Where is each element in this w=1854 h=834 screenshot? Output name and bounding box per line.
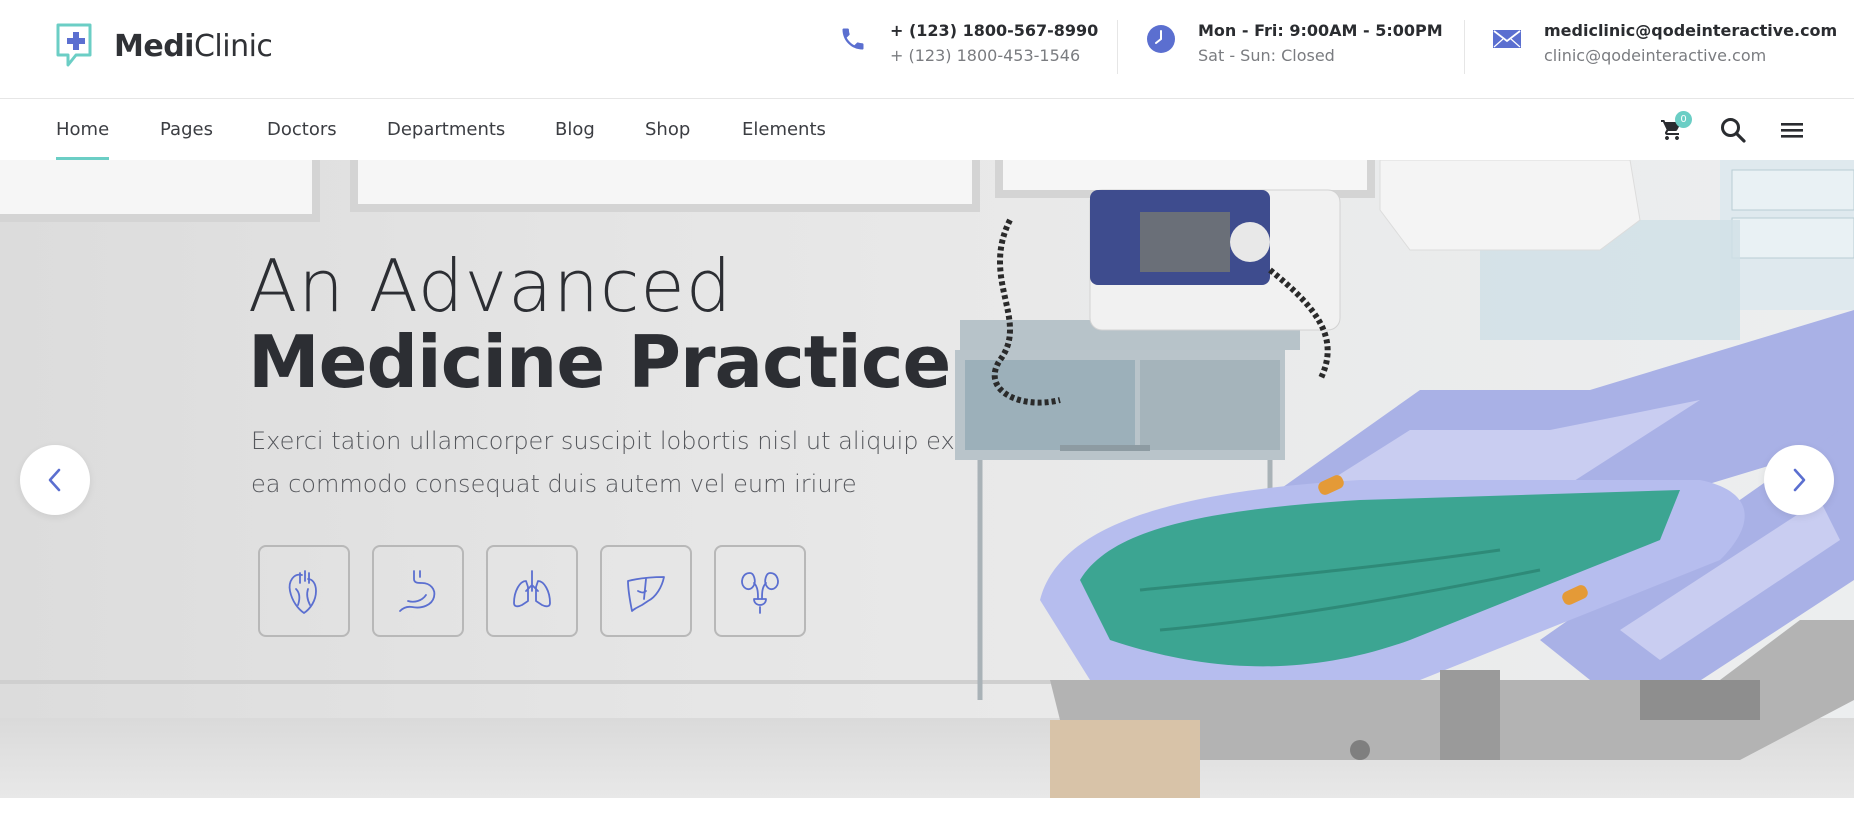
search-button[interactable]	[1717, 114, 1749, 146]
phone-secondary[interactable]: + (123) 1800-453-1546	[890, 43, 1098, 68]
organ-button-stomach[interactable]	[372, 545, 464, 637]
liver-icon	[627, 576, 665, 612]
hours-weekdays: Mon - Fri: 9:00AM - 5:00PM	[1198, 21, 1443, 40]
logo-icon	[56, 23, 92, 67]
envelope-icon	[1490, 22, 1524, 56]
divider	[1464, 20, 1465, 74]
cart-count-badge: 0	[1675, 111, 1692, 128]
nav-item-shop[interactable]: Shop	[645, 100, 690, 160]
cart-button[interactable]: 0	[1656, 111, 1692, 146]
background-window	[0, 160, 320, 222]
lungs-icon	[513, 570, 551, 608]
organ-button-liver[interactable]	[600, 545, 692, 637]
contact-email: mediclinic@qodeinteractive.com clinic@qo…	[1490, 18, 1837, 74]
nav-item-pages[interactable]: Pages	[160, 100, 213, 160]
logo-text: MediClinic	[114, 28, 273, 64]
heart-icon	[288, 570, 317, 614]
hero-title-line2: Medicine Practice	[248, 320, 951, 404]
logo[interactable]: MediClinic	[54, 20, 273, 72]
kidneys-icon	[741, 572, 779, 614]
chevron-right-icon	[1793, 468, 1806, 492]
email-primary[interactable]: mediclinic@qodeinteractive.com	[1544, 18, 1837, 43]
menu-button[interactable]	[1776, 114, 1808, 146]
slider-prev-button[interactable]	[20, 445, 90, 515]
hamburger-icon	[1781, 123, 1803, 138]
top-header: MediClinic + (123) 1800-567-8990 + (123)…	[0, 0, 1854, 99]
hospital-bed-illustration	[955, 160, 1854, 798]
stomach-icon	[399, 570, 436, 612]
hero-title-line1: An Advanced	[248, 244, 733, 328]
contact-phone: + (123) 1800-567-8990 + (123) 1800-453-1…	[836, 18, 1098, 74]
hours-weekend: Sat - Sun: Closed	[1198, 46, 1335, 65]
nav-item-home[interactable]: Home	[56, 100, 110, 160]
clock-icon	[1144, 22, 1178, 56]
chevron-left-icon	[48, 468, 61, 492]
divider	[1117, 20, 1118, 74]
phone-primary[interactable]: + (123) 1800-567-8990	[890, 18, 1098, 43]
nav-item-departments[interactable]: Departments	[387, 100, 505, 160]
organ-button-kidneys[interactable]	[714, 545, 806, 637]
nav-item-elements[interactable]: Elements	[742, 100, 826, 160]
main-nav: Home Pages Doctors Departments Blog Shop…	[0, 100, 1854, 160]
nav-item-doctors[interactable]: Doctors	[267, 100, 337, 160]
background-window	[350, 160, 980, 212]
contact-hours: Mon - Fri: 9:00AM - 5:00PM Sat - Sun: Cl…	[1144, 18, 1443, 74]
email-secondary[interactable]: clinic@qodeinteractive.com	[1544, 43, 1837, 68]
organ-button-lungs[interactable]	[486, 545, 578, 637]
phone-icon	[836, 22, 870, 56]
search-icon	[1721, 118, 1746, 143]
slider-next-button[interactable]	[1764, 445, 1834, 515]
nav-item-blog[interactable]: Blog	[555, 100, 595, 160]
hero-slider: An Advanced Medicine Practice Exerci tat…	[0, 160, 1854, 798]
organ-button-heart[interactable]	[258, 545, 350, 637]
hero-description: Exerci tation ullamcorper suscipit lobor…	[251, 427, 955, 498]
